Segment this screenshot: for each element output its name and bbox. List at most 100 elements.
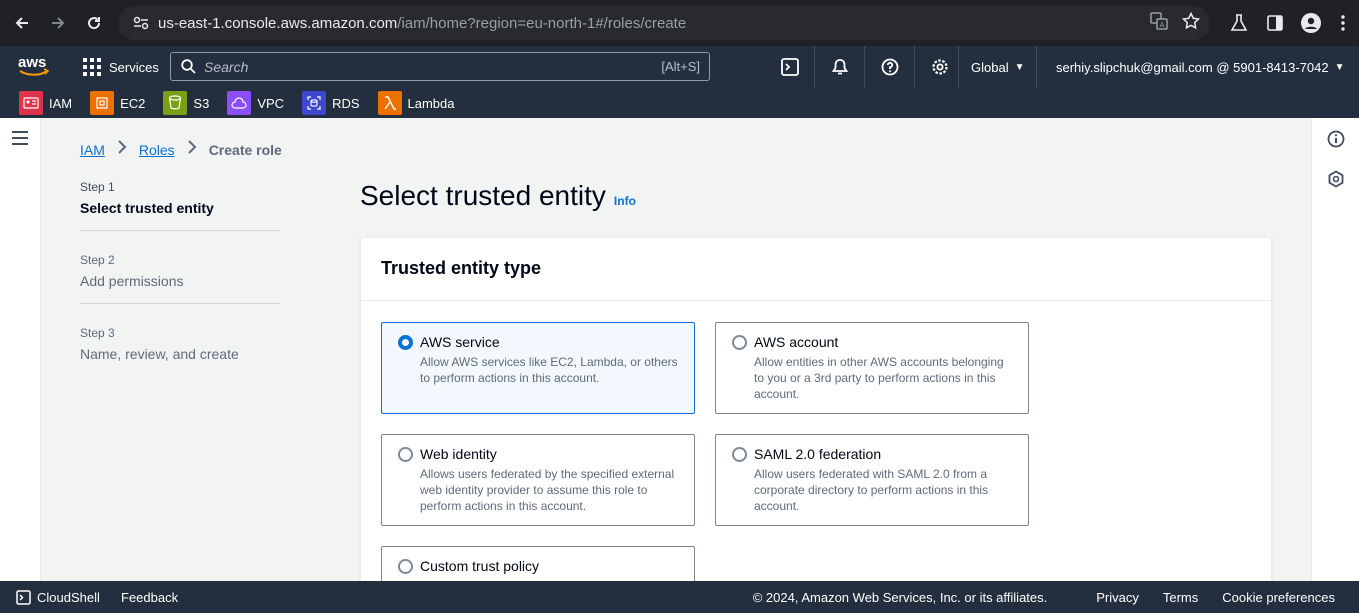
option-description: Allows users federated by the specified …	[420, 467, 675, 513]
region-label: Global	[971, 59, 1009, 75]
vpc-cloud-icon	[227, 91, 252, 115]
search-input[interactable]: Search [Alt+S]	[170, 52, 710, 81]
favorite-label: RDS	[332, 95, 360, 111]
services-menu-button[interactable]: Services	[83, 46, 159, 88]
radio-unselected[interactable]	[398, 559, 413, 574]
services-label: Services	[109, 59, 159, 75]
cookie-preferences-link[interactable]: Cookie preferences	[1222, 590, 1335, 605]
favorite-label: VPC	[257, 95, 285, 111]
iam-service-icon	[19, 91, 43, 115]
container-header: Trusted entity type	[361, 238, 1271, 301]
services-grid-icon	[83, 58, 101, 76]
radio-unselected[interactable]	[732, 447, 747, 462]
favorite-vpc[interactable]: VPC	[227, 91, 284, 115]
q-assistant-icon[interactable]	[1327, 170, 1345, 193]
s3-bucket-icon	[163, 91, 188, 115]
favorite-rds[interactable]: RDS	[302, 91, 360, 115]
breadcrumb: IAM Roles Create role	[80, 140, 282, 159]
option-title: AWS account	[754, 334, 839, 350]
labs-icon[interactable]	[1225, 14, 1253, 32]
forward-icon[interactable]	[40, 5, 76, 41]
account-label: serhiy.slipchuk@gmail.com @ 5901-8413-70…	[1056, 59, 1329, 75]
account-menu[interactable]: serhiy.slipchuk@gmail.com @ 5901-8413-70…	[1056, 46, 1344, 88]
radio-unselected[interactable]	[732, 335, 747, 350]
svg-text:A: A	[1160, 21, 1165, 29]
section-title: Trusted entity type	[381, 258, 542, 278]
translate-icon[interactable]: A	[1150, 11, 1168, 35]
browser-toolbar: us-east-1.console.aws.amazon.com/iam/hom…	[0, 0, 1359, 46]
breadcrumb-current: Create role	[208, 141, 282, 158]
step-title: Add permissions	[80, 273, 184, 289]
option-description: Allow AWS services like EC2, Lambda, or …	[420, 355, 678, 385]
search-shortcut: [Alt+S]	[661, 59, 700, 74]
aws-top-nav: aws Services Search [Alt+S] Global ▼ ser…	[0, 46, 1359, 88]
site-info-icon[interactable]	[126, 16, 156, 30]
step-number: Step 3	[80, 326, 115, 340]
ec2-service-icon	[90, 91, 115, 115]
favorite-ec2[interactable]: EC2	[90, 91, 145, 115]
aws-logo[interactable]: aws	[18, 54, 50, 83]
favorite-label: Lambda	[407, 95, 455, 111]
option-aws-account[interactable]: AWS account Allow entities in other AWS …	[715, 322, 1029, 414]
caret-down-icon: ▼	[1334, 61, 1345, 73]
option-title: Custom trust policy	[420, 558, 540, 574]
trusted-entity-container: Trusted entity type AWS service Allow AW…	[360, 237, 1272, 613]
favorite-iam[interactable]: IAM	[19, 91, 72, 115]
reload-icon[interactable]	[76, 5, 112, 41]
radio-selected[interactable]	[398, 335, 413, 350]
cloudshell-button[interactable]: CloudShell	[16, 590, 100, 605]
notifications-bell-icon[interactable]	[815, 46, 865, 88]
rds-database-icon	[302, 91, 327, 115]
privacy-link[interactable]: Privacy	[1096, 590, 1139, 605]
console-footer: CloudShell Feedback © 2024, Amazon Web S…	[0, 581, 1359, 613]
url-text: us-east-1.console.aws.amazon.com/iam/hom…	[158, 14, 687, 32]
side-navigation-toggle-strip	[0, 118, 41, 581]
favorite-lambda[interactable]: Lambda	[377, 91, 455, 115]
info-panel-icon[interactable]	[1327, 130, 1345, 153]
favorite-label: IAM	[49, 95, 73, 111]
favorite-label: EC2	[120, 95, 146, 111]
cloudshell-icon[interactable]	[765, 46, 815, 88]
favorite-s3[interactable]: S3	[163, 91, 209, 115]
wizard-step-2: Step 2 Add permissions	[80, 253, 280, 304]
chrome-menu-icon[interactable]	[1333, 15, 1353, 31]
option-saml-federation[interactable]: SAML 2.0 federation Allow users federate…	[715, 434, 1029, 526]
favorite-label: S3	[193, 95, 210, 111]
region-selector[interactable]: Global ▼	[958, 46, 1038, 88]
address-bar[interactable]: us-east-1.console.aws.amazon.com/iam/hom…	[118, 6, 1210, 40]
radio-unselected[interactable]	[398, 447, 413, 462]
caret-down-icon: ▼	[1014, 61, 1025, 73]
option-web-identity[interactable]: Web identity Allows users federated by t…	[381, 434, 695, 526]
profile-icon[interactable]	[1297, 13, 1325, 33]
option-aws-service[interactable]: AWS service Allow AWS services like EC2,…	[381, 322, 695, 414]
page-title: Select trusted entity	[360, 180, 606, 211]
cloudshell-label: CloudShell	[37, 589, 100, 605]
option-title: Web identity	[420, 446, 497, 462]
help-icon[interactable]	[865, 46, 915, 88]
terms-link[interactable]: Terms	[1163, 590, 1198, 605]
lambda-icon	[377, 91, 402, 115]
side-panel-icon[interactable]	[1261, 15, 1289, 31]
option-title: SAML 2.0 federation	[754, 446, 882, 462]
option-description: Allow users federated with SAML 2.0 from…	[754, 467, 989, 513]
chevron-right-icon	[117, 140, 127, 159]
favorites-bar: IAM EC2 S3 VPC RDS Lambda	[0, 88, 1359, 118]
tools-panel-strip	[1311, 118, 1359, 581]
info-link[interactable]: Info	[614, 194, 636, 208]
breadcrumb-roles-link[interactable]: Roles	[139, 142, 175, 158]
search-placeholder: Search	[204, 58, 249, 75]
breadcrumb-iam-link[interactable]: IAM	[80, 142, 105, 158]
bookmark-star-icon[interactable]	[1181, 11, 1201, 35]
option-title: AWS service	[420, 334, 500, 350]
step-number: Step 2	[80, 253, 115, 267]
wizard-step-1: Step 1 Select trusted entity	[80, 180, 280, 231]
back-icon[interactable]	[4, 5, 40, 41]
svg-text:aws: aws	[18, 54, 46, 71]
step-number: Step 1	[80, 180, 115, 194]
page-header: Select trusted entity Info	[360, 180, 636, 212]
cloudshell-icon	[16, 589, 31, 605]
hamburger-menu-icon[interactable]	[12, 131, 28, 149]
feedback-link[interactable]: Feedback	[121, 590, 178, 605]
wizard-steps: Step 1 Select trusted entity Step 2 Add …	[80, 180, 280, 398]
copyright-text: © 2024, Amazon Web Services, Inc. or its…	[752, 589, 1048, 605]
